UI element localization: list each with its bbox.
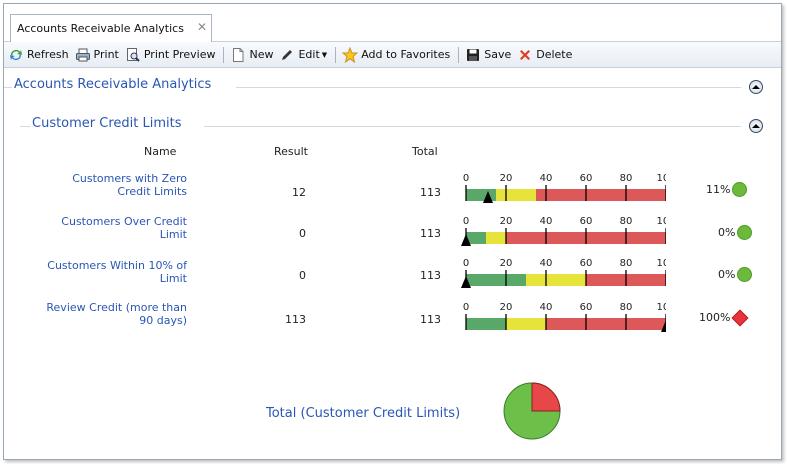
total-customer-credit-limits-link[interactable]: Total (Customer Credit Limits) — [266, 406, 460, 421]
status-ok-icon — [737, 225, 753, 240]
tab-strip: Accounts Receivable Analytics ✕ — [4, 4, 781, 42]
print-button[interactable]: Print — [75, 47, 119, 63]
column-header-result: Result — [274, 145, 308, 158]
section-divider — [204, 126, 741, 127]
row-percent: 100% — [699, 309, 749, 326]
save-button[interactable]: Save — [465, 47, 511, 63]
gauge-tick-label: 40 — [540, 258, 553, 269]
row-total: 113 — [420, 313, 441, 326]
row-total: 113 — [420, 269, 441, 282]
row-name-link[interactable]: Review Credit (more than 90 days) — [37, 301, 187, 327]
tab-label: Accounts Receivable Analytics — [17, 22, 184, 35]
gauge-tick-label: 60 — [580, 216, 593, 227]
gauge-band — [546, 318, 666, 330]
floppy-disk-icon — [467, 48, 480, 61]
star-icon — [342, 46, 359, 63]
collapse-section-icon[interactable] — [749, 80, 763, 94]
gauge-tick-label: 0 — [463, 173, 469, 184]
row-percent: 11% — [706, 182, 748, 197]
gauge-tick-label: 100 — [656, 216, 666, 227]
total-pie-chart — [503, 382, 561, 440]
close-icon[interactable]: ✕ — [197, 20, 207, 34]
gauge-band — [466, 189, 496, 201]
gauge-tick-label: 80 — [620, 258, 633, 269]
gauge-row-3: 0 20 40 60 80 100 — [463, 302, 666, 332]
row-name-link[interactable]: Customers Over Credit Limit — [37, 215, 187, 241]
row-percent: 0% — [718, 267, 753, 282]
chevron-down-icon: ▼ — [321, 50, 328, 59]
row-percent: 0% — [718, 225, 753, 240]
toolbar-separator — [223, 46, 225, 63]
gauge-tick-label: 100 — [656, 258, 666, 269]
gauge-band — [466, 274, 526, 286]
refresh-icon — [10, 49, 22, 60]
gauge-row-0: 0 20 40 60 80 100 — [463, 173, 666, 203]
status-ok-icon — [737, 267, 753, 282]
edit-button[interactable]: Edit ▼ — [279, 47, 327, 63]
gauge-tick-label: 20 — [500, 258, 513, 269]
section-title-accounts-receivable: Accounts Receivable Analytics — [14, 77, 212, 92]
delete-button[interactable]: Delete — [517, 47, 572, 63]
gauge-band — [506, 318, 546, 330]
printer-icon — [75, 48, 90, 61]
gauge-tick-label: 40 — [540, 302, 553, 313]
tab-accounts-receivable[interactable]: Accounts Receivable Analytics ✕ — [10, 14, 212, 42]
gauge-row-1: 0 20 40 60 80 100 — [461, 216, 666, 246]
gauge-tick-label: 20 — [500, 173, 513, 184]
gauge-tick-label: 40 — [540, 216, 553, 227]
section-divider — [4, 87, 12, 88]
gauge-tick-label: 0 — [463, 302, 469, 313]
refresh-button[interactable]: Refresh — [8, 47, 69, 63]
row-result: 0 — [299, 227, 306, 240]
pie-slice-red — [531, 382, 561, 412]
gauge-band — [466, 318, 506, 330]
print-preview-icon — [126, 47, 140, 62]
section-divider — [236, 87, 741, 88]
gauge-tick-label: 80 — [620, 302, 633, 313]
gauge-tick-label: 0 — [463, 216, 469, 227]
collapse-subsection-icon[interactable] — [749, 119, 763, 133]
section-title-customer-credit-limits: Customer Credit Limits — [32, 116, 182, 131]
row-result: 0 — [299, 269, 306, 282]
pencil-icon — [282, 49, 293, 60]
section-divider — [20, 126, 30, 127]
row-result: 12 — [292, 186, 306, 199]
gauge-row-2: 0 20 40 60 80 100 — [461, 258, 666, 288]
new-document-icon — [233, 47, 244, 62]
row-result: 113 — [285, 313, 306, 326]
gauge-tick-label: 80 — [620, 216, 633, 227]
gauge-tick-label: 60 — [580, 173, 593, 184]
gauge-band — [536, 189, 666, 201]
toolbar-separator — [458, 46, 460, 63]
add-to-favorites-button[interactable]: Add to Favorites — [342, 46, 450, 63]
column-header-total: Total — [412, 145, 438, 158]
toolbar: Refresh Print Print Preview New Edit ▼ A… — [4, 42, 781, 68]
gauge-band — [486, 232, 506, 244]
gauge-band — [496, 189, 536, 201]
print-preview-button[interactable]: Print Preview — [125, 47, 215, 63]
row-name-link[interactable]: Customers with Zero Credit Limits — [37, 172, 187, 198]
status-ok-icon — [732, 182, 748, 197]
gauge-band — [526, 274, 586, 286]
gauge-tick-label: 60 — [580, 258, 593, 269]
gauge-tick-label: 40 — [540, 173, 553, 184]
status-alert-icon — [731, 309, 749, 326]
gauge-tick-label: 100 — [656, 302, 666, 313]
new-button[interactable]: New — [230, 47, 273, 63]
column-header-name: Name — [144, 145, 177, 158]
gauge-tick-label: 60 — [580, 302, 593, 313]
report-window: Accounts Receivable Analytics ✕ Refresh … — [3, 3, 782, 460]
delete-x-icon — [520, 49, 531, 60]
gauge-tick-label: 80 — [620, 173, 633, 184]
row-name-link[interactable]: Customers Within 10% of Limit — [37, 259, 187, 285]
row-total: 113 — [420, 186, 441, 199]
row-total: 113 — [420, 227, 441, 240]
toolbar-separator — [335, 46, 337, 63]
gauge-tick-label: 0 — [463, 258, 469, 269]
gauge-tick-label: 100 — [656, 173, 666, 184]
gauge-tick-label: 20 — [500, 302, 513, 313]
gauge-tick-label: 20 — [500, 216, 513, 227]
